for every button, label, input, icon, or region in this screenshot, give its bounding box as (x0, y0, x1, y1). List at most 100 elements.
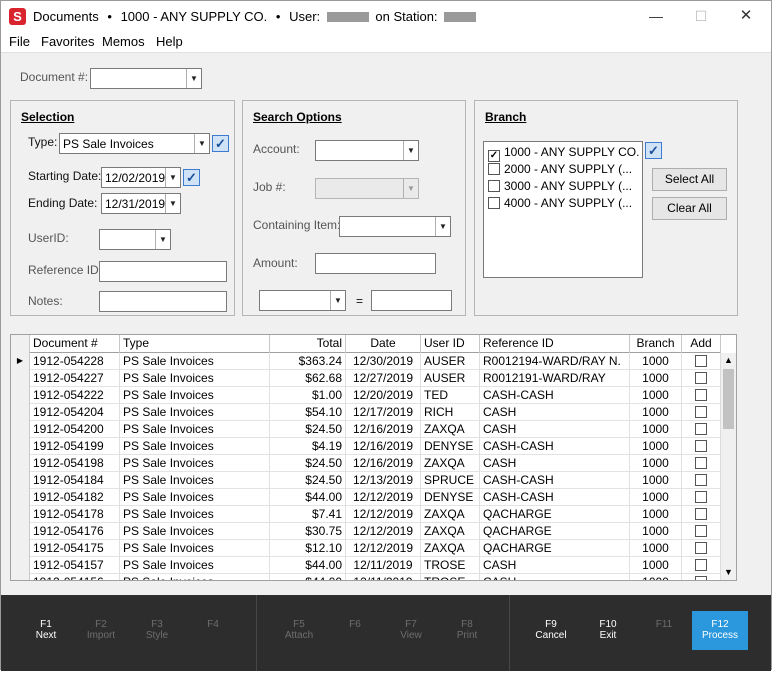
cell-date[interactable]: 12/12/2019 (346, 506, 421, 523)
row-selector[interactable] (11, 472, 30, 489)
cell-reference-id[interactable]: CASH-CASH (480, 489, 630, 506)
menu-file[interactable]: File (9, 34, 30, 49)
cell-branch[interactable]: 1000 (630, 489, 682, 506)
cell-reference-id[interactable]: CASH (480, 455, 630, 472)
row-selector[interactable] (11, 455, 30, 472)
cell-type[interactable]: PS Sale Invoices (120, 557, 270, 574)
fkey-f9-cancel[interactable]: F9 Cancel (523, 619, 579, 641)
column-header-document[interactable]: Document # (30, 335, 120, 353)
cell-type[interactable]: PS Sale Invoices (120, 506, 270, 523)
row-selector[interactable] (11, 438, 30, 455)
cell-reference-id[interactable]: QACHARGE (480, 540, 630, 557)
column-header-reference-id[interactable]: Reference ID (480, 335, 630, 353)
table-row[interactable]: 1912-054176 PS Sale Invoices $30.75 12/12/2… (11, 523, 721, 540)
row-selector[interactable] (11, 387, 30, 404)
cell-type[interactable]: PS Sale Invoices (120, 387, 270, 404)
cell-document-no[interactable]: 1912-054222 (30, 387, 120, 404)
add-checkbox[interactable] (695, 542, 707, 554)
cell-type[interactable]: PS Sale Invoices (120, 353, 270, 370)
fkey-f7-view[interactable]: F7 View (383, 619, 439, 641)
cell-document-no[interactable]: 1912-054200 (30, 421, 120, 438)
cell-reference-id[interactable]: CASH (480, 404, 630, 421)
starting-date-picker[interactable]: 12/02/2019 ▼ (101, 167, 181, 188)
column-header-branch[interactable]: Branch (630, 335, 682, 353)
add-checkbox[interactable] (695, 525, 707, 537)
type-filter-checkbox[interactable]: ✓ (212, 135, 229, 152)
documents-grid[interactable]: Document # Type Total Date User ID Refer… (10, 334, 737, 581)
cell-date[interactable]: 12/11/2019 (346, 574, 421, 580)
scroll-up-arrow-icon[interactable]: ▲ (721, 353, 736, 368)
cell-user-id[interactable]: ZAXQA (421, 523, 480, 540)
type-combo[interactable]: PS Sale Invoices ▼ (59, 133, 210, 154)
table-row[interactable]: 1912-054222 PS Sale Invoices $1.00 12/20/20… (11, 387, 721, 404)
amount-input[interactable] (315, 253, 436, 274)
add-checkbox[interactable] (695, 576, 707, 580)
cell-total[interactable]: $24.50 (270, 472, 346, 489)
cell-type[interactable]: PS Sale Invoices (120, 421, 270, 438)
branch-filter-checkbox[interactable]: ✓ (645, 142, 662, 159)
cell-type[interactable]: PS Sale Invoices (120, 489, 270, 506)
table-row[interactable]: 1912-054199 PS Sale Invoices $4.19 12/16/20… (11, 438, 721, 455)
add-checkbox[interactable] (695, 491, 707, 503)
checkbox-checked-icon[interactable]: ✓ (488, 150, 500, 162)
cell-reference-id[interactable]: QACHARGE (480, 506, 630, 523)
add-checkbox[interactable] (695, 355, 707, 367)
table-row[interactable]: 1912-054227 PS Sale Invoices $62.68 12/27/2… (11, 370, 721, 387)
cell-total[interactable]: $4.19 (270, 438, 346, 455)
table-row[interactable]: 1912-054156PS Sale Invoices$44.0012/11/2… (11, 574, 721, 580)
add-checkbox[interactable] (695, 406, 707, 418)
cell-total[interactable]: $1.00 (270, 387, 346, 404)
branch-item-4000[interactable]: 4000 - ANY SUPPLY (... (488, 196, 632, 213)
cell-user-id[interactable]: AUSER (421, 370, 480, 387)
cell-document-no[interactable]: 1912-054184 (30, 472, 120, 489)
row-selector[interactable] (11, 370, 30, 387)
cell-user-id[interactable]: SPRUCE (421, 472, 480, 489)
cell-type[interactable]: PS Sale Invoices (120, 574, 270, 580)
table-row[interactable]: 1912-054200 PS Sale Invoices $24.50 12/16/2… (11, 421, 721, 438)
cell-type[interactable]: PS Sale Invoices (120, 370, 270, 387)
cell-total[interactable]: $24.50 (270, 421, 346, 438)
cell-total[interactable]: $44.00 (270, 557, 346, 574)
chevron-down-icon[interactable]: ▼ (186, 69, 201, 88)
column-header-date[interactable]: Date (346, 335, 421, 353)
fkey-f1-next[interactable]: F1 Next (18, 619, 74, 641)
cell-reference-id[interactable]: R0012194-WARD/RAY N. (480, 353, 630, 370)
cell-branch[interactable]: 1000 (630, 370, 682, 387)
menu-favorites[interactable]: Favorites (41, 34, 94, 49)
fkey-f5-attach[interactable]: F5 Attach (271, 619, 327, 641)
cell-branch[interactable]: 1000 (630, 438, 682, 455)
cell-document-no[interactable]: 1912-054176 (30, 523, 120, 540)
column-header-total[interactable]: Total (270, 335, 346, 353)
checkbox-icon[interactable] (488, 180, 500, 192)
cell-date[interactable]: 12/11/2019 (346, 557, 421, 574)
cell-date[interactable]: 12/13/2019 (346, 472, 421, 489)
table-row[interactable]: 1912-054184 PS Sale Invoices $24.50 12/13/2… (11, 472, 721, 489)
cell-reference-id[interactable]: CASH (480, 421, 630, 438)
fkey-f12-process[interactable]: F12 Process (692, 611, 748, 650)
cell-user-id[interactable]: ZAXQA (421, 421, 480, 438)
cell-branch[interactable]: 1000 (630, 574, 682, 580)
cell-type[interactable]: PS Sale Invoices (120, 438, 270, 455)
table-row[interactable]: 1912-054204 PS Sale Invoices $54.10 12/17/2… (11, 404, 721, 421)
table-row[interactable]: 1912-054157 PS Sale Invoices $44.00 12/11/2… (11, 557, 721, 574)
cell-document-no[interactable]: 1912-054178 (30, 506, 120, 523)
cell-total[interactable]: $54.10 (270, 404, 346, 421)
cell-date[interactable]: 12/16/2019 (346, 455, 421, 472)
cell-total[interactable]: $363.24 (270, 353, 346, 370)
cell-reference-id[interactable]: CASH-CASH (480, 438, 630, 455)
cell-document-no[interactable]: 1912-054198 (30, 455, 120, 472)
document-no-combo[interactable]: ▼ (90, 68, 202, 89)
reference-id-input[interactable] (99, 261, 227, 282)
select-all-button[interactable]: Select All (652, 168, 727, 191)
minimize-button[interactable]: — (641, 5, 671, 27)
amount-compare-input[interactable] (371, 290, 452, 311)
cell-date[interactable]: 12/12/2019 (346, 489, 421, 506)
add-checkbox[interactable] (695, 423, 707, 435)
userid-combo[interactable]: ▼ (99, 229, 171, 250)
notes-input[interactable] (99, 291, 227, 312)
cell-document-no[interactable]: 1912-054182 (30, 489, 120, 506)
branch-item-2000[interactable]: 2000 - ANY SUPPLY (... (488, 162, 632, 179)
cell-total[interactable]: $7.41 (270, 506, 346, 523)
cell-type[interactable]: PS Sale Invoices (120, 523, 270, 540)
row-selector[interactable] (11, 421, 30, 438)
